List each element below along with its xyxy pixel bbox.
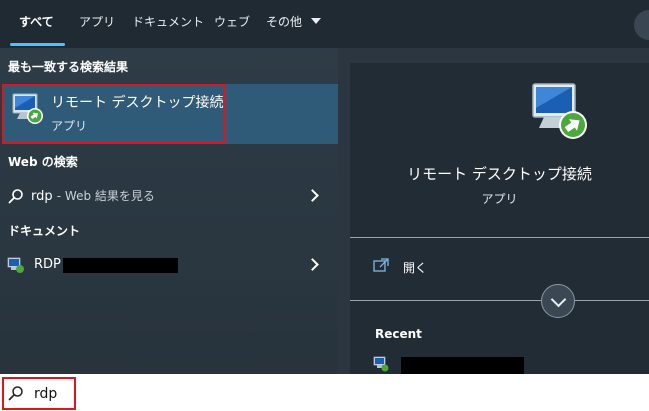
chevron-down-icon[interactable] bbox=[311, 18, 321, 24]
tab-more[interactable]: その他 bbox=[266, 0, 302, 44]
expand-button[interactable] bbox=[541, 284, 575, 318]
highlight-box bbox=[2, 84, 226, 144]
web-suffix: - Web 結果を見る bbox=[56, 189, 155, 203]
redacted-filename bbox=[63, 258, 178, 273]
tab-web[interactable]: ウェブ bbox=[214, 0, 250, 44]
highlight-box bbox=[2, 377, 76, 410]
open-label: 開く bbox=[403, 261, 428, 275]
documents-heading: ドキュメント bbox=[8, 224, 81, 238]
divider bbox=[350, 300, 649, 301]
tab-apps[interactable]: アプリ bbox=[79, 0, 115, 44]
remote-desktop-large-icon bbox=[532, 83, 587, 139]
open-icon bbox=[373, 258, 389, 272]
account-avatar[interactable] bbox=[634, 10, 649, 40]
document-result[interactable]: RDP bbox=[0, 250, 338, 280]
filter-tab-bar: すべて アプリ ドキュメント ウェブ その他 bbox=[0, 0, 649, 48]
search-input[interactable] bbox=[34, 385, 334, 403]
web-query: rdp bbox=[31, 189, 53, 204]
active-tab-indicator bbox=[10, 43, 65, 46]
document-name: RDP bbox=[34, 257, 61, 272]
best-match-heading: 最も一致する検索結果 bbox=[8, 60, 129, 74]
details-app-type: アプリ bbox=[481, 192, 518, 206]
rdp-file-icon bbox=[373, 356, 389, 372]
search-icon bbox=[8, 189, 23, 204]
tab-all[interactable]: すべて bbox=[19, 0, 54, 44]
tab-documents[interactable]: ドキュメント bbox=[132, 0, 204, 44]
redacted-recent-file bbox=[401, 357, 524, 374]
web-search-result[interactable]: rdp - Web 結果を見る bbox=[0, 181, 338, 211]
web-search-heading: Web の検索 bbox=[8, 155, 78, 169]
chevron-right-icon bbox=[306, 189, 319, 202]
details-app-name: リモート デスクトップ接続 bbox=[407, 165, 592, 183]
rdp-file-icon bbox=[7, 257, 24, 273]
chevron-right-icon bbox=[306, 258, 319, 271]
divider bbox=[350, 237, 649, 238]
details-spacer bbox=[340, 48, 649, 63]
recent-heading: Recent bbox=[375, 327, 422, 341]
